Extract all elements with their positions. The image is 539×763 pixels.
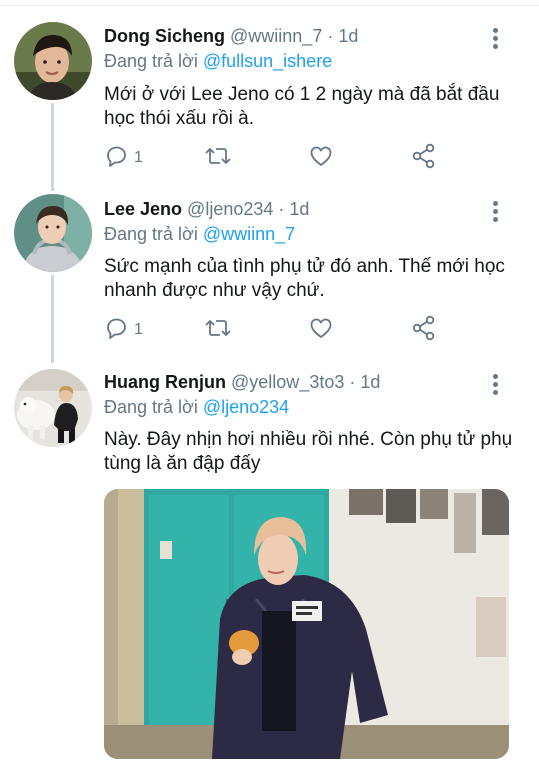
replying-to-label: Đang trả lời xyxy=(104,397,198,417)
tweet-actions: 1 xyxy=(104,143,444,174)
retweet-button[interactable] xyxy=(204,317,232,343)
share-icon xyxy=(411,315,437,346)
like-button[interactable] xyxy=(309,317,333,343)
more-vertical-icon[interactable] xyxy=(493,28,503,52)
replying-to: Đang trả lời @ljeno234 xyxy=(104,397,289,418)
avatar[interactable] xyxy=(14,194,92,272)
user-handle[interactable]: @ljeno234 xyxy=(187,199,273,219)
replying-to: Đang trả lời @fullsun_ishere xyxy=(104,51,332,72)
share-button[interactable] xyxy=(411,143,437,174)
user-handle[interactable]: @wwiinn_7 xyxy=(230,26,322,46)
reply-mention[interactable]: @ljeno234 xyxy=(203,397,289,417)
like-icon xyxy=(309,316,333,345)
display-name[interactable]: Dong Sicheng xyxy=(104,26,225,46)
timestamp[interactable]: 1d xyxy=(289,199,309,219)
tweet-actions: 1 xyxy=(104,315,444,346)
tweet-header: Lee Jeno @ljeno234 · 1d xyxy=(104,199,309,220)
reply-mention[interactable]: @fullsun_ishere xyxy=(203,51,332,71)
retweet-button[interactable] xyxy=(204,145,232,171)
tweet-text: Mới ở với Lee Jeno có 1 2 ngày mà đã bắt… xyxy=(104,84,500,129)
tweet-header: Huang Renjun @yellow_3to3 · 1d xyxy=(104,372,380,393)
replying-to-label: Đang trả lời xyxy=(104,51,198,71)
replying-to: Đang trả lời @wwiinn_7 xyxy=(104,224,295,245)
reply-count: 1 xyxy=(134,149,143,166)
more-vertical-icon[interactable] xyxy=(493,374,503,398)
tweet-text: Sức mạnh của tình phụ tử đó anh. Thế mới… xyxy=(104,256,505,301)
timestamp[interactable]: 1d xyxy=(338,26,358,46)
tweet-header: Dong Sicheng @wwiinn_7 · 1d xyxy=(104,26,358,47)
tweet[interactable]: Lee Jeno @ljeno234 · 1d Đang trả lời @ww… xyxy=(0,185,539,360)
more-vertical-icon[interactable] xyxy=(493,201,503,225)
retweet-icon xyxy=(204,144,232,173)
reply-button[interactable]: 1 xyxy=(104,317,143,343)
like-icon xyxy=(309,144,333,173)
user-handle[interactable]: @yellow_3to3 xyxy=(231,372,344,392)
share-icon xyxy=(411,143,437,174)
replying-to-label: Đang trả lời xyxy=(104,224,198,244)
reply-button[interactable]: 1 xyxy=(104,145,143,171)
retweet-icon xyxy=(204,316,232,345)
tweet[interactable]: Dong Sicheng @wwiinn_7 · 1d Đang trả lời… xyxy=(0,0,539,185)
timestamp[interactable]: 1d xyxy=(360,372,380,392)
display-name[interactable]: Lee Jeno xyxy=(104,199,182,219)
separator-dot: · xyxy=(278,199,285,219)
reply-mention[interactable]: @wwiinn_7 xyxy=(203,224,295,244)
reply-count: 1 xyxy=(134,321,143,338)
tweet-text: Này. Đây nhịn hơi nhiều rồi nhé. Còn phụ… xyxy=(104,429,513,474)
avatar[interactable] xyxy=(14,369,92,447)
separator-dot: · xyxy=(327,26,334,46)
tweet-media-image[interactable] xyxy=(104,489,509,759)
reply-icon xyxy=(104,144,128,173)
like-button[interactable] xyxy=(309,145,333,171)
separator-dot: · xyxy=(349,372,356,392)
avatar[interactable] xyxy=(14,22,92,100)
share-button[interactable] xyxy=(411,315,437,346)
reply-icon xyxy=(104,316,128,345)
display-name[interactable]: Huang Renjun xyxy=(104,372,226,392)
